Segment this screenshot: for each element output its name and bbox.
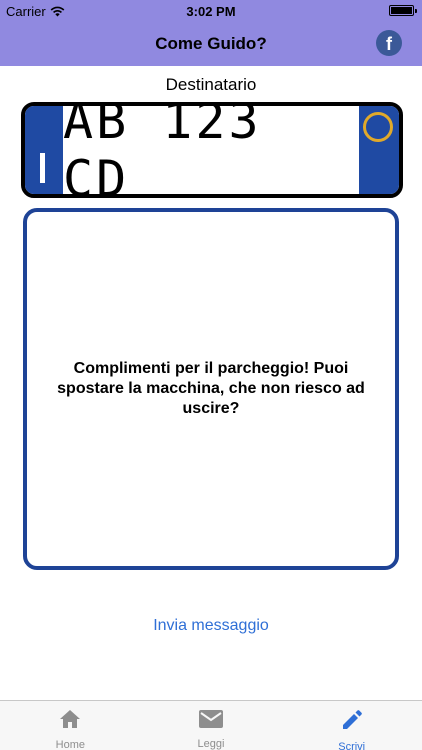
tab-scrivi-label: Scrivi (338, 741, 366, 750)
status-bar: Carrier 3:02 PM (0, 0, 422, 22)
pencil-icon (342, 710, 362, 729)
plate-eu-band (25, 106, 63, 194)
recipient-label: Destinatario (165, 75, 257, 94)
message-text: Complimenti per il parcheggio! Puoi spos… (57, 360, 365, 417)
tab-leggi[interactable]: Leggi (141, 701, 282, 750)
home-icon (60, 710, 81, 728)
tab-leggi-label: Leggi (197, 738, 225, 750)
nav-title: Come Guido? (155, 34, 267, 53)
facebook-icon[interactable]: f (376, 30, 402, 56)
mail-icon (199, 709, 223, 728)
battery-icon (389, 5, 417, 16)
plate-number: AB 123 CD (63, 102, 262, 198)
tab-bar: Home Leggi Scrivi (0, 700, 422, 750)
status-time: 3:02 PM (186, 4, 236, 19)
tab-home-label: Home (55, 739, 85, 750)
plate-region-band (359, 106, 399, 194)
top-bar: Carrier 3:02 PM Come Guido? f (0, 0, 422, 66)
tab-home[interactable]: Home (0, 701, 141, 750)
license-plate-field[interactable]: AB 123 CD (21, 102, 403, 198)
tab-scrivi[interactable]: Scrivi (281, 701, 422, 750)
message-box[interactable]: Complimenti per il parcheggio! Puoi spos… (23, 208, 399, 570)
plate-country-mark (40, 153, 45, 183)
plate-region-circle-icon (363, 112, 393, 142)
send-message-button[interactable]: Invia messaggio (0, 617, 422, 635)
